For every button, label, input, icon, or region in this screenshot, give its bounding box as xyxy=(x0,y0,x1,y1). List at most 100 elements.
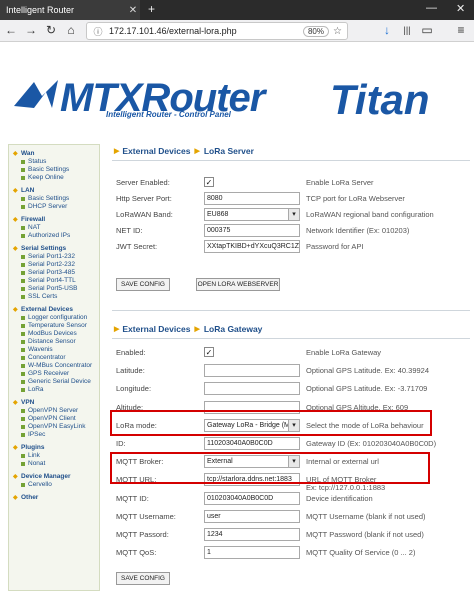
url-text[interactable]: 172.17.101.46/external-lora.php xyxy=(109,26,303,36)
item-bullet-icon xyxy=(21,417,25,421)
checkbox[interactable]: ✓ xyxy=(204,347,214,357)
sidebar-item[interactable]: Serial Port2-232 xyxy=(9,261,99,269)
item-bullet-icon xyxy=(21,388,25,392)
item-bullet-icon xyxy=(21,483,25,487)
sidebar-section-title: ◆ Firewall xyxy=(9,215,99,224)
tab-close-icon[interactable]: ✕ xyxy=(126,5,140,16)
sidebar-item-label: SSL Certs xyxy=(28,293,58,300)
download-icon[interactable]: ↓ xyxy=(380,23,394,37)
menu-icon[interactable]: ≡ xyxy=(454,23,468,37)
sidebar-item[interactable]: Concentrator xyxy=(9,354,99,362)
sidebar-item[interactable]: LoRa xyxy=(9,386,99,394)
select-field[interactable]: EU868 xyxy=(204,208,300,221)
item-bullet-icon xyxy=(21,176,25,180)
item-bullet-icon xyxy=(21,316,25,320)
form-row: Http Server Port: 8080 TCP port for LoRa W… xyxy=(116,192,470,206)
sidebar-item[interactable]: Link xyxy=(9,452,99,460)
sidebar-item[interactable]: Wavenis xyxy=(9,346,99,354)
field-label: MQTT ID: xyxy=(116,493,149,503)
forward-icon[interactable]: → xyxy=(24,23,38,37)
reader-icon[interactable]: ▭ xyxy=(420,23,434,37)
sidebar-item[interactable]: Cervello xyxy=(9,481,99,489)
sidebar-item[interactable]: OpenVPN Server xyxy=(9,407,99,415)
sidebar-item-label: Temperature Sensor xyxy=(28,322,87,329)
sidebar-item[interactable]: GPS Receiver xyxy=(9,370,99,378)
sidebar-section-title: ◆ Plugins xyxy=(9,443,99,452)
sidebar-item[interactable]: Serial Port3-485 xyxy=(9,269,99,277)
field-description: TCP port for LoRa Webserver xyxy=(306,194,405,203)
section-bullet-icon: ◆ xyxy=(13,246,18,252)
field-label: MQTT Passord: xyxy=(116,530,169,539)
reload-icon[interactable]: ↻ xyxy=(44,23,58,37)
item-bullet-icon xyxy=(21,462,25,466)
checkbox[interactable]: ✓ xyxy=(204,177,214,187)
sidebar-item[interactable]: OpenVPN EasyLink xyxy=(9,423,99,431)
sidebar-item[interactable]: Distance Sensor xyxy=(9,338,99,346)
address-bar[interactable]: ⓘ 172.17.101.46/external-lora.php 80% ☆ xyxy=(86,22,348,40)
sidebar-item[interactable]: IPSec xyxy=(9,431,99,439)
sidebar-item-label: Generic Serial Device xyxy=(28,378,91,385)
field-label: MQTT QoS: xyxy=(116,548,157,558)
field-description: Gateway ID (Ex: 010203040A0B0C0D) xyxy=(306,439,437,448)
library-icon[interactable]: ||| xyxy=(400,25,414,35)
section-bullet-icon: ◆ xyxy=(13,188,18,194)
new-tab-button[interactable]: + xyxy=(148,2,155,16)
sidebar-item-label: NAT xyxy=(28,224,41,231)
sidebar-item-label: Concentrator xyxy=(28,354,66,361)
sidebar-item[interactable]: OpenVPN Client xyxy=(9,415,99,423)
sidebar-section-label: LAN xyxy=(21,187,35,194)
save-config-button[interactable]: SAVE CONFIG xyxy=(116,572,170,585)
text-input[interactable] xyxy=(204,382,300,396)
open-lora-webserver-button[interactable]: OPEN LORA WEBSERVER xyxy=(196,278,280,291)
sidebar-item[interactable]: Basic Settings xyxy=(9,166,99,174)
section-bullet-icon: ◆ xyxy=(13,151,18,157)
sidebar-item[interactable]: Temperature Sensor xyxy=(9,322,99,330)
item-bullet-icon xyxy=(21,160,25,164)
sidebar-item[interactable]: Basic Settings xyxy=(9,195,99,203)
text-input[interactable]: XXtapTKIBD+dYXcuQ3RC1Zt xyxy=(204,240,300,253)
sidebar-section: ◆ Serial Settings Serial Port1-232 Serial P… xyxy=(9,244,99,301)
bookmark-star-icon[interactable]: ☆ xyxy=(333,26,347,37)
page-info-icon[interactable]: ⓘ xyxy=(87,25,109,38)
sidebar-item[interactable]: DHCP Server xyxy=(9,203,99,211)
text-input[interactable]: 110203040A0B0C0D xyxy=(204,437,300,450)
text-input[interactable]: user xyxy=(204,509,300,523)
sidebar-section-title: ◆ Device Manager xyxy=(9,472,99,481)
sidebar-item[interactable]: Generic Serial Device xyxy=(9,378,99,386)
field-description: Enable LoRa Server xyxy=(306,178,374,187)
sidebar-section-label: Serial Settings xyxy=(21,245,67,252)
sidebar-item-label: Serial Port1-232 xyxy=(28,253,75,260)
zoom-badge[interactable]: 80% xyxy=(302,25,329,37)
window-close-button[interactable]: ✕ xyxy=(456,2,465,15)
sidebar-item[interactable]: SSL Certs xyxy=(9,293,99,301)
text-input[interactable] xyxy=(204,364,300,378)
sidebar-item[interactable]: Logger configuration xyxy=(9,314,99,322)
sidebar-item[interactable]: Serial Port5-USB xyxy=(9,285,99,293)
item-bullet-icon xyxy=(21,425,25,429)
text-input[interactable]: 1234 xyxy=(204,528,300,541)
logo-subtitle: Intelligent Router - Control Panel xyxy=(106,110,231,119)
minimize-button[interactable]: — xyxy=(426,2,437,14)
text-input[interactable]: 010203040A0B0C0D xyxy=(204,491,300,505)
sidebar-item[interactable]: Status xyxy=(9,158,99,166)
text-input[interactable]: 1 xyxy=(204,546,300,560)
home-icon[interactable]: ⌂ xyxy=(64,23,78,37)
sidebar-item[interactable]: W-MBus Concentrator xyxy=(9,362,99,370)
save-config-button[interactable]: SAVE CONFIG xyxy=(116,278,170,291)
sidebar-item[interactable]: Serial Port1-232 xyxy=(9,253,99,261)
sidebar-menu: ◆ Wan Status Basic Settings Keep Online ◆ LAN B… xyxy=(8,144,100,591)
sidebar-item[interactable]: Keep Online xyxy=(9,174,99,182)
item-bullet-icon xyxy=(21,454,25,458)
browser-tab[interactable]: Intelligent Router ✕ xyxy=(0,0,140,20)
form-row: Longitude: Optional GPS Latitude. Ex: -3.… xyxy=(116,382,470,396)
text-input[interactable]: 8080 xyxy=(204,192,300,205)
sidebar-item[interactable]: Serial Port4-TTL xyxy=(9,277,99,285)
sidebar-item[interactable]: Authorized IPs xyxy=(9,232,99,240)
form-row: ID: 110203040A0B0C0D Gateway ID (Ex: 01020… xyxy=(116,437,470,451)
text-input[interactable]: 000375 xyxy=(204,224,300,237)
item-bullet-icon xyxy=(21,372,25,376)
sidebar-item[interactable]: Nonat xyxy=(9,460,99,468)
sidebar-item[interactable]: ModBus Devices xyxy=(9,330,99,338)
back-icon[interactable]: ← xyxy=(4,23,18,37)
sidebar-item[interactable]: NAT xyxy=(9,224,99,232)
